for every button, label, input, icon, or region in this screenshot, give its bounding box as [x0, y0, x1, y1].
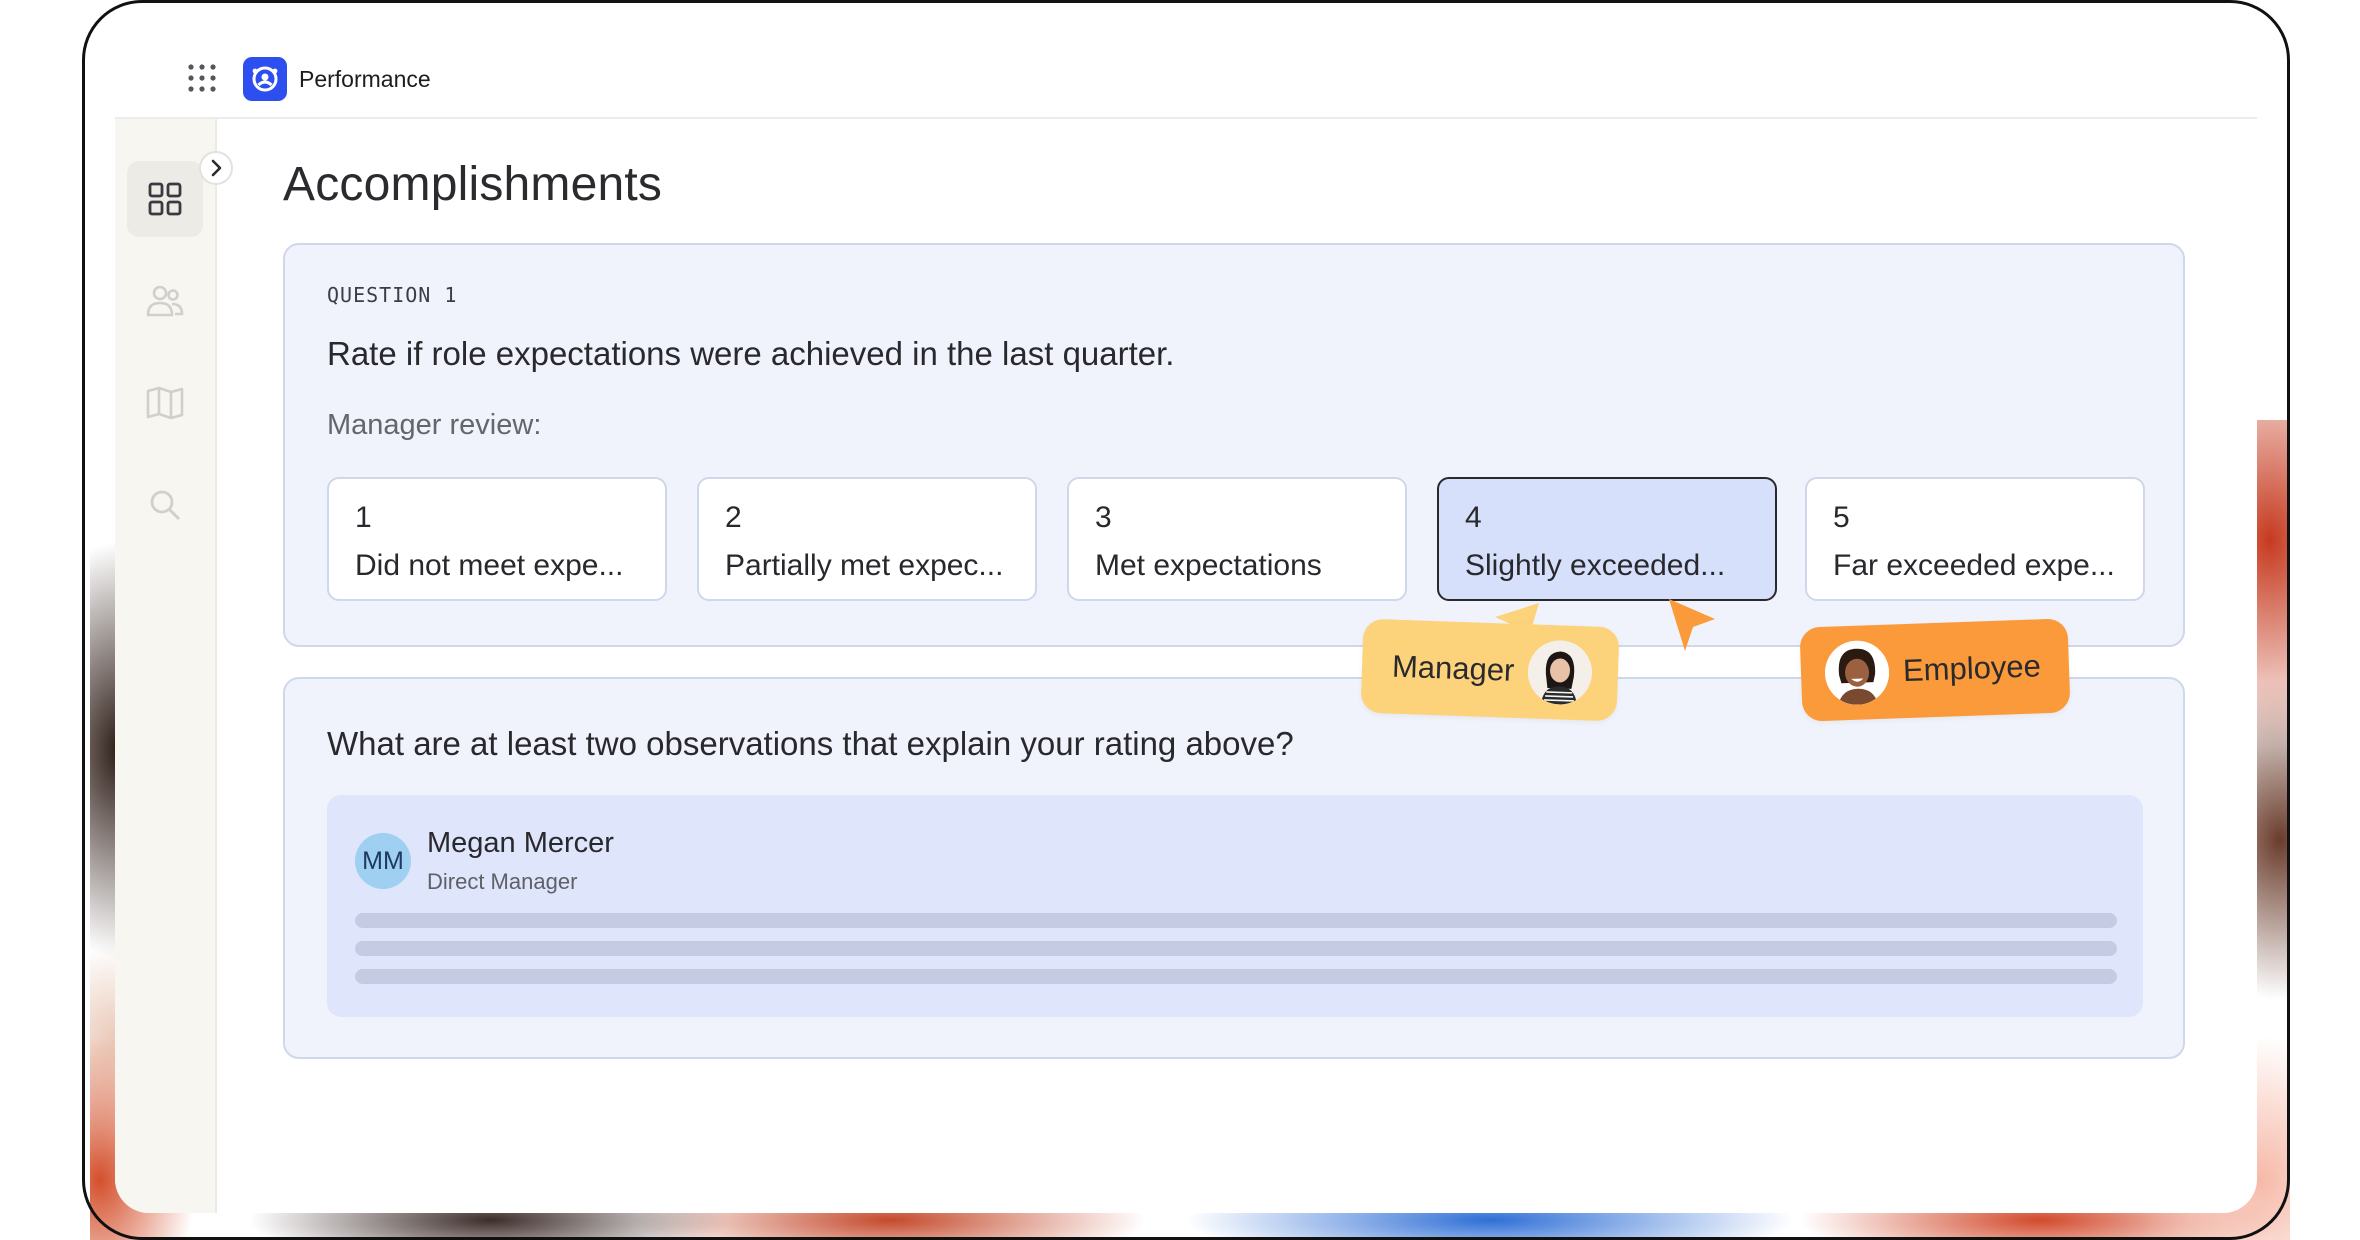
rating-number: 3: [1095, 501, 1112, 534]
responder-role: Direct Manager: [427, 869, 578, 894]
dashboard-grid-icon: [148, 182, 182, 216]
employee-avatar: [1823, 639, 1891, 706]
rating-option-4[interactable]: 4 Slightly exceeded...: [1437, 477, 1777, 601]
sidebar-item-book[interactable]: [127, 365, 203, 441]
manager-cursor-tag: Manager: [1360, 618, 1620, 722]
question-text: Rate if role expectations were achieved …: [327, 335, 1175, 372]
cursor-label: Manager: [1391, 648, 1515, 688]
rating-option-1[interactable]: 1 Did not meet expe...: [327, 477, 667, 601]
apps-grid-icon[interactable]: [187, 63, 217, 93]
sidebar: [115, 119, 217, 1213]
page-title: Accomplishments: [283, 158, 663, 211]
top-bar: Performance: [115, 33, 2257, 119]
chevron-right-icon: [211, 159, 222, 177]
avatar: MM: [355, 833, 411, 889]
response-panel: MM Megan Mercer Direct Manager: [327, 795, 2143, 1017]
placeholder-text-line: [355, 941, 2117, 956]
employee-cursor-icon: [1669, 599, 1715, 651]
rating-number: 5: [1833, 501, 1850, 534]
manager-review-label: Manager review:: [327, 409, 542, 441]
rating-label: Partially met expec...: [725, 549, 1004, 582]
question-label: QUESTION 1: [327, 283, 458, 307]
question-text: What are at least two observations that …: [327, 725, 1294, 762]
rating-label: Did not meet expe...: [355, 549, 624, 582]
placeholder-text-line: [355, 913, 2117, 928]
person-photo-icon: [1527, 639, 1594, 706]
device-frame: Performance Accomplishments QUESTION 1 R…: [82, 0, 2290, 1240]
cursor-label: Employee: [1902, 648, 2042, 689]
rating-option-3[interactable]: 3 Met expectations: [1067, 477, 1407, 601]
rating-label: Far exceeded expe...: [1833, 549, 2115, 582]
sidebar-item-people[interactable]: [127, 263, 203, 339]
book-icon: [146, 386, 184, 420]
rating-label: Slightly exceeded...: [1465, 549, 1726, 582]
rating-number: 2: [725, 501, 742, 534]
rating-options: 1 Did not meet expe... 2 Partially met e…: [327, 477, 2147, 601]
sidebar-item-search[interactable]: [127, 467, 203, 543]
sidebar-expand-button[interactable]: [199, 151, 233, 185]
search-icon: [150, 490, 180, 520]
performance-logo-icon: [243, 57, 287, 101]
employee-cursor-tag: Employee: [1799, 618, 2071, 722]
question-card: QUESTION 1 Rate if role expectations wer…: [283, 243, 2185, 647]
manager-avatar: [1527, 639, 1594, 706]
frame-top-edge: [85, 3, 2287, 33]
rating-label: Met expectations: [1095, 549, 1322, 582]
responder-name: Megan Mercer: [427, 827, 614, 859]
observation-card: What are at least two observations that …: [283, 677, 2185, 1059]
rating-number: 4: [1465, 501, 1482, 534]
person-photo-icon: [1823, 639, 1891, 706]
placeholder-text-line: [355, 969, 2117, 984]
rating-option-2[interactable]: 2 Partially met expec...: [697, 477, 1037, 601]
sidebar-item-dashboard[interactable]: [127, 161, 203, 237]
rating-option-5[interactable]: 5 Far exceeded expe...: [1805, 477, 2145, 601]
people-icon: [146, 285, 184, 317]
rating-number: 1: [355, 501, 372, 534]
app-name: Performance: [299, 66, 431, 92]
